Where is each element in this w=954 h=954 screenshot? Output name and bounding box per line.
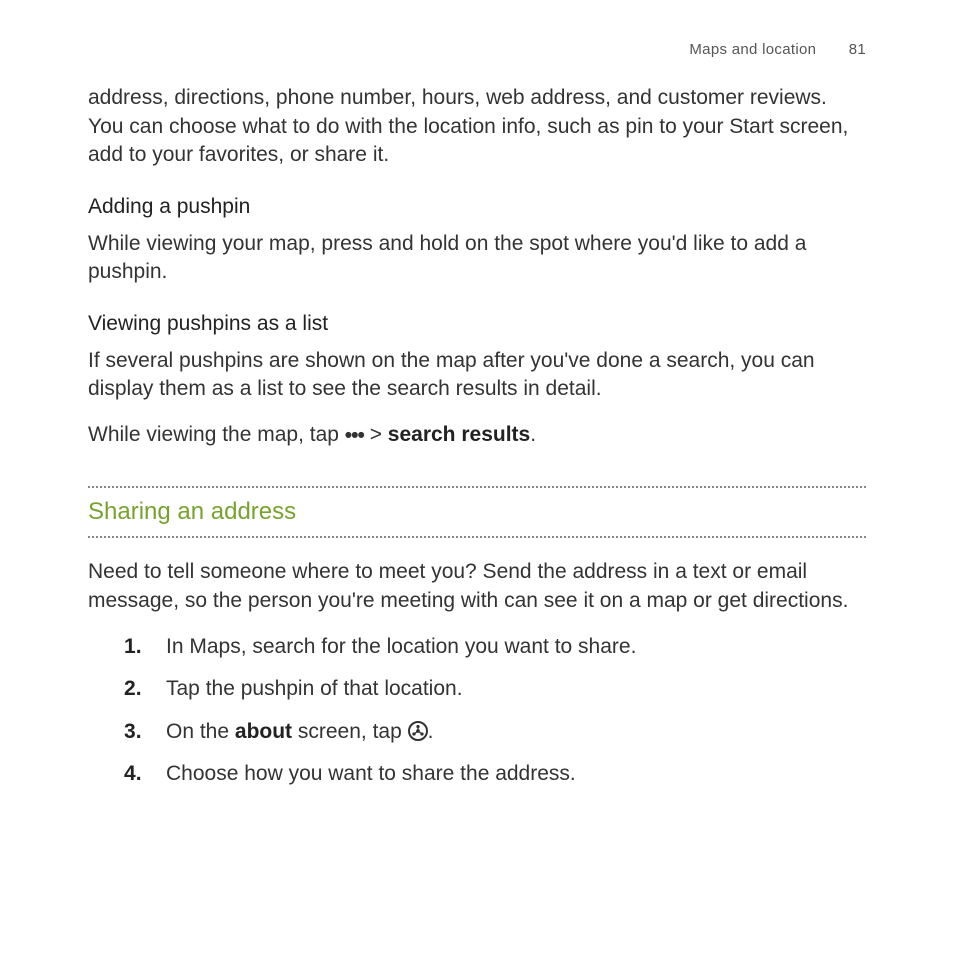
text-fragment: . — [530, 423, 536, 446]
adding-pushpin-text: While viewing your map, press and hold o… — [88, 230, 866, 287]
viewing-pushpins-text2: While viewing the map, tap ••• > search … — [88, 421, 866, 450]
viewing-pushpins-heading: Viewing pushpins as a list — [88, 310, 866, 338]
header-page-number: 81 — [849, 41, 866, 58]
list-item: On the about screen, tap . — [124, 718, 866, 746]
list-item: Tap the pushpin of that location. — [124, 675, 866, 703]
intro-paragraph: address, directions, phone number, hours… — [88, 84, 866, 169]
text-fragment: > — [364, 423, 388, 446]
list-item: In Maps, search for the location you wan… — [124, 633, 866, 661]
share-icon — [408, 721, 428, 741]
sharing-address-heading: Sharing an address — [88, 486, 866, 538]
more-icon: ••• — [345, 422, 364, 450]
page-header: Maps and location 81 — [88, 40, 866, 60]
text-fragment: While viewing the map, tap — [88, 423, 345, 446]
search-results-label: search results — [388, 423, 530, 446]
sharing-intro: Need to tell someone where to meet you? … — [88, 558, 866, 615]
text-fragment: . — [428, 720, 434, 743]
header-section-title: Maps and location — [689, 41, 816, 58]
text-fragment: screen, tap — [292, 720, 408, 743]
list-item: Choose how you want to share the address… — [124, 760, 866, 788]
about-label: about — [235, 720, 292, 743]
sharing-steps-list: In Maps, search for the location you wan… — [124, 633, 866, 788]
adding-pushpin-heading: Adding a pushpin — [88, 193, 866, 221]
viewing-pushpins-text1: If several pushpins are shown on the map… — [88, 347, 866, 404]
text-fragment: On the — [166, 720, 235, 743]
